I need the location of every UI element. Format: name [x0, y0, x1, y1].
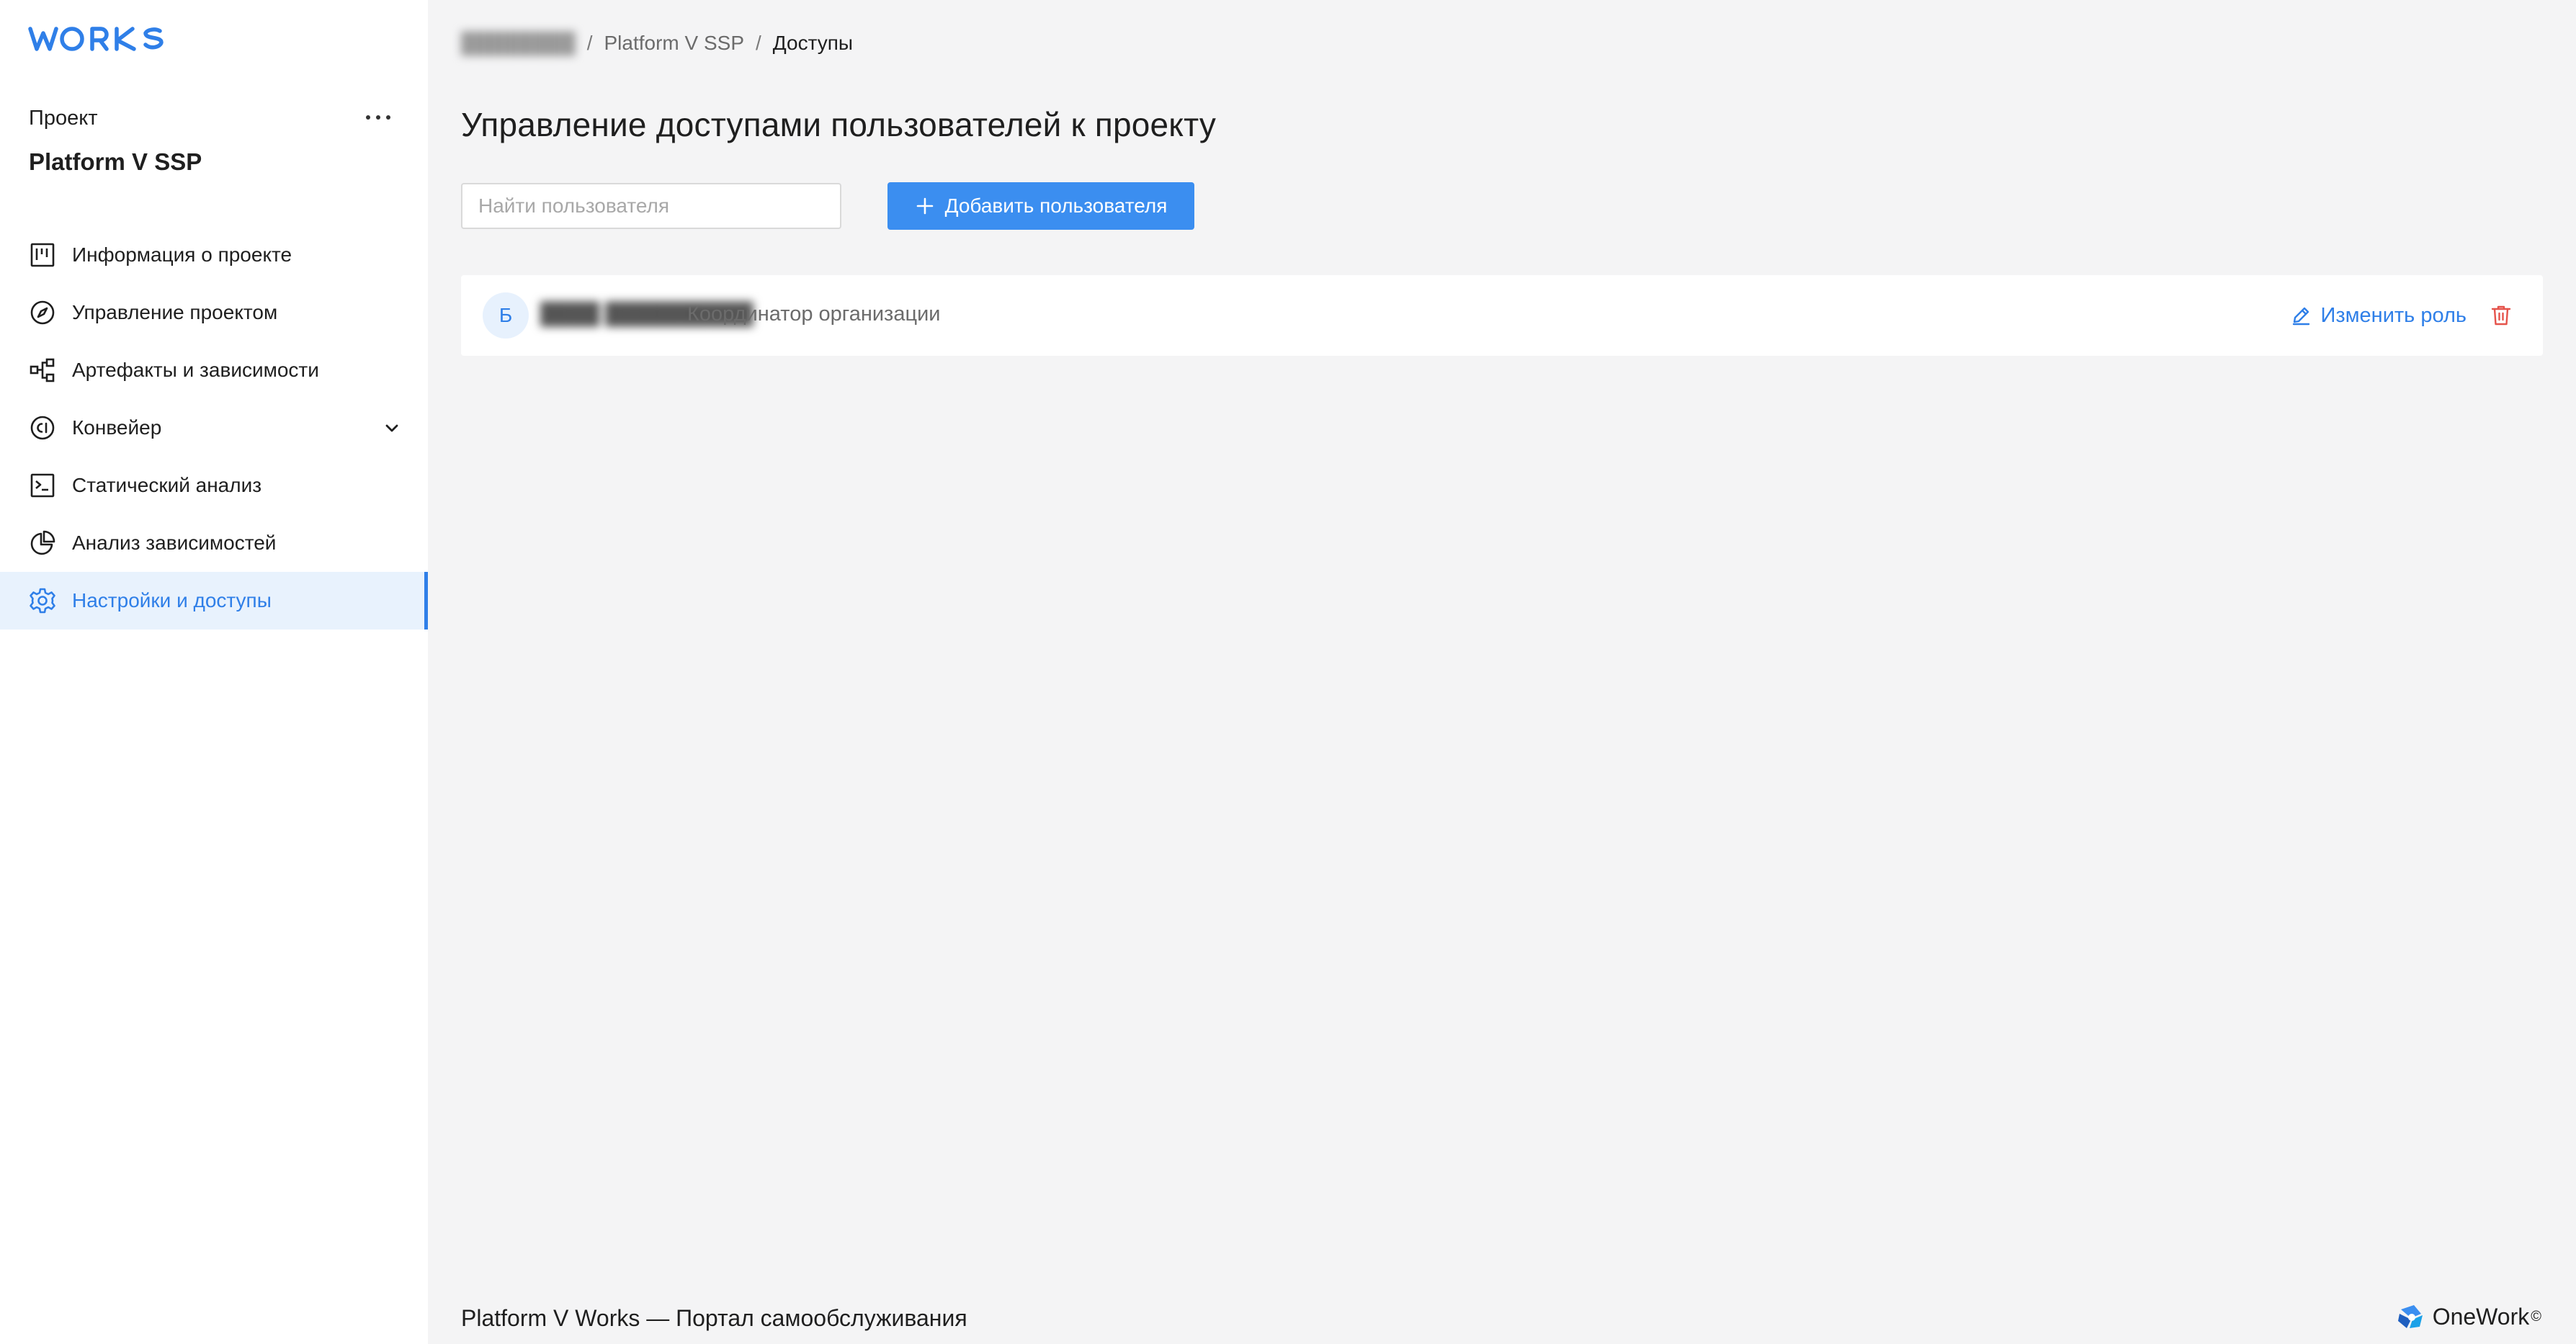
project-label: Проект	[29, 107, 98, 130]
works-logo-icon	[28, 27, 164, 51]
project-name: Platform V SSP	[29, 148, 202, 175]
more-dots-icon	[366, 115, 390, 120]
sidebar-item-label: Настройки и доступы	[72, 589, 272, 611]
onework-logo-icon	[2395, 1301, 2427, 1332]
user-search-input[interactable]	[461, 183, 841, 229]
sidebar-item-label: Анализ зависимостей	[72, 532, 277, 554]
kanban-board-icon	[27, 240, 58, 270]
project-more-button[interactable]	[362, 101, 395, 134]
pie-chart-icon	[27, 528, 58, 558]
ci-icon	[27, 413, 58, 443]
pencil-icon	[2290, 305, 2312, 326]
add-user-button[interactable]: Добавить пользователя	[887, 182, 1194, 230]
sidebar-item-settings-access[interactable]: Настройки и доступы	[0, 572, 428, 630]
breadcrumb-separator: /	[756, 32, 761, 54]
footer-brand-mark: ©	[2531, 1308, 2541, 1325]
sidebar-item-artifacts[interactable]: Артефакты и зависимости	[0, 341, 428, 399]
works-logo[interactable]	[27, 19, 176, 59]
user-role: Координатор организации	[687, 303, 941, 326]
breadcrumb-item-current: Доступы	[772, 32, 854, 54]
add-user-label: Добавить пользователя	[944, 194, 1168, 217]
sidebar: Проект Platform V SSP Информация о проек…	[0, 0, 428, 1344]
page-title: Управление доступами пользователей к про…	[461, 106, 1217, 143]
app-root: Проект Platform V SSP Информация о проек…	[0, 0, 2576, 1344]
footer-text: Platform V Works — Портал самообслуживан…	[461, 1305, 967, 1331]
breadcrumb-item-project[interactable]: Platform V SSP	[604, 32, 744, 55]
compass-icon	[27, 297, 58, 328]
sidebar-item-project-info[interactable]: Информация о проекте	[0, 226, 428, 284]
avatar: Б	[483, 292, 529, 339]
sidebar-item-label: Статический анализ	[72, 474, 262, 496]
chevron-down-icon[interactable]	[380, 416, 403, 439]
dependency-graph-icon	[27, 355, 58, 385]
breadcrumb-redacted-item[interactable]: ████████	[461, 32, 576, 55]
sidebar-item-static-analysis[interactable]: Статический анализ	[0, 457, 428, 514]
sidebar-item-label: Конвейер	[72, 416, 162, 439]
terminal-icon	[27, 470, 58, 501]
sidebar-item-label: Управление проектом	[72, 301, 278, 323]
sidebar-item-label: Информация о проекте	[72, 243, 292, 266]
trash-icon	[2491, 305, 2511, 326]
breadcrumb-separator: /	[586, 32, 593, 54]
footer-brand-name: OneWork	[2432, 1303, 2530, 1330]
sidebar-item-project-management[interactable]: Управление проектом	[0, 284, 428, 341]
change-role-button[interactable]: Изменить роль	[2290, 297, 2467, 334]
main-content: ████████ / Platform V SSP / Доступы Упра…	[428, 0, 2576, 1344]
sidebar-item-pipeline[interactable]: Конвейер	[0, 399, 428, 457]
breadcrumb: ████████ / Platform V SSP / Доступы	[461, 32, 853, 55]
footer-brand[interactable]: OneWork ©	[2395, 1301, 2541, 1332]
sidebar-item-dependency-analysis[interactable]: Анализ зависимостей	[0, 514, 428, 572]
plus-icon	[915, 196, 935, 216]
sidebar-nav: Информация о проекте Управление проектом	[0, 226, 428, 630]
change-role-label: Изменить роль	[2320, 303, 2467, 327]
delete-user-button[interactable]	[2485, 300, 2517, 331]
sidebar-item-label: Артефакты и зависимости	[72, 359, 319, 381]
user-list-item: Б ████ ██████████ Координатор организаци…	[461, 275, 2543, 356]
gear-icon	[27, 586, 58, 616]
